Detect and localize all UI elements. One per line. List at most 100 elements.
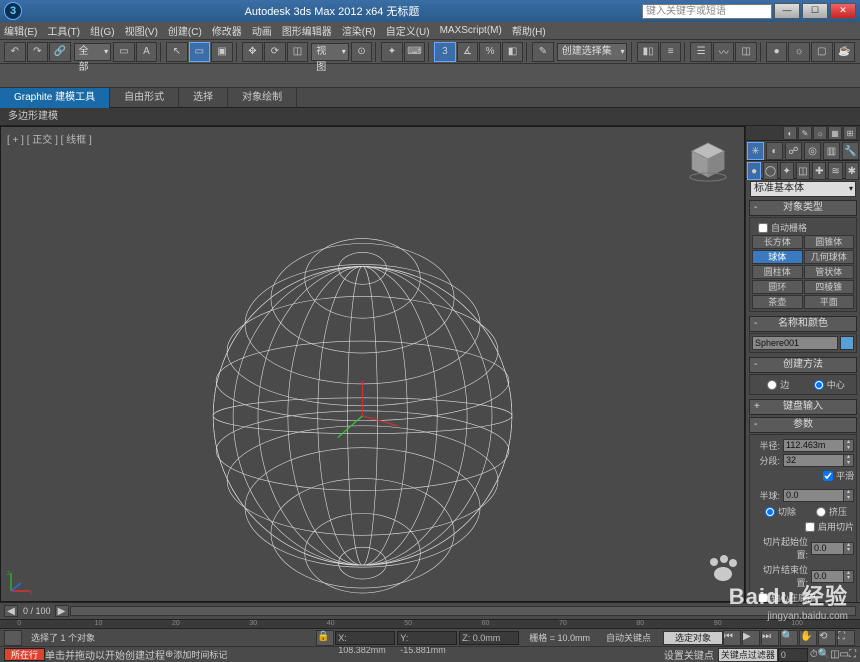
time-right-icon[interactable]: ▶ bbox=[55, 605, 69, 617]
panel-util-4[interactable]: ▦ bbox=[828, 126, 842, 140]
named-selection-dropdown[interactable]: 创建选择集 bbox=[557, 43, 628, 61]
tab-hierarchy[interactable]: ☍ bbox=[785, 142, 802, 160]
menu-graph-editors[interactable]: 图形编辑器 bbox=[282, 23, 332, 38]
play-button[interactable]: ▶ bbox=[742, 630, 760, 646]
type-sphere[interactable]: 球体 bbox=[752, 250, 803, 264]
time-config-button[interactable]: ⏱ bbox=[810, 649, 818, 660]
subtab-geometry[interactable]: ● bbox=[747, 162, 761, 180]
minimize-button[interactable]: — bbox=[774, 3, 800, 19]
type-teapot[interactable]: 茶壶 bbox=[752, 295, 803, 309]
key-filters-button[interactable]: 关键点过滤器 bbox=[718, 648, 778, 662]
category-dropdown[interactable]: 标准基本体 bbox=[750, 181, 856, 197]
radio-center[interactable] bbox=[814, 380, 824, 390]
subtab-shapes[interactable]: ◯ bbox=[763, 162, 777, 180]
autokey-label[interactable]: 自动关键点 bbox=[606, 631, 651, 644]
select-name-button[interactable]: A bbox=[136, 42, 158, 62]
mirror-button[interactable]: ▮▯ bbox=[637, 42, 659, 62]
curve-editor-button[interactable]: 〰 bbox=[713, 42, 735, 62]
panel-util-5[interactable]: ⊞ bbox=[843, 126, 857, 140]
panel-util-3[interactable]: ☼ bbox=[813, 126, 827, 140]
menu-group[interactable]: 组(G) bbox=[90, 23, 114, 38]
subtab-cameras[interactable]: ◫ bbox=[796, 162, 810, 180]
slice-from-spinner[interactable]: 0.0▴▾ bbox=[811, 542, 854, 555]
redo-button[interactable]: ↷ bbox=[27, 42, 49, 62]
layer-manager-button[interactable]: ☰ bbox=[690, 42, 712, 62]
object-color-swatch[interactable] bbox=[840, 336, 854, 350]
rollout-create-method[interactable]: 创建方法 bbox=[749, 357, 857, 373]
rollout-keyboard-entry[interactable]: 键盘输入 bbox=[749, 399, 857, 415]
schematic-view-button[interactable]: ◫ bbox=[735, 42, 757, 62]
radio-squash[interactable] bbox=[816, 507, 826, 517]
time-tag-button[interactable]: ⊕ bbox=[165, 649, 173, 660]
viewport-label[interactable]: [ + ] [ 正交 ] [ 线框 ] bbox=[7, 131, 92, 146]
nav-max-button[interactable]: ⛶ bbox=[837, 630, 855, 646]
nav-orbit-button[interactable]: ⟲ bbox=[818, 630, 836, 646]
tab-display[interactable]: ▥ bbox=[823, 142, 840, 160]
type-torus[interactable]: 圆环 bbox=[752, 280, 803, 294]
keyboard-shortcut-button[interactable]: ⌨ bbox=[404, 42, 426, 62]
move-button[interactable]: ✥ bbox=[242, 42, 264, 62]
window-crossing-button[interactable]: ▣ bbox=[211, 42, 233, 62]
radio-edge[interactable] bbox=[767, 380, 777, 390]
play-next-button[interactable]: ⏭ bbox=[761, 630, 779, 646]
type-pyramid[interactable]: 四棱锥 bbox=[804, 280, 855, 294]
coord-y[interactable]: Y: -15.881mm bbox=[397, 631, 457, 645]
rendered-frame-button[interactable]: ▢ bbox=[811, 42, 833, 62]
time-left-icon[interactable]: ◀ bbox=[4, 605, 18, 617]
panel-util-1[interactable]: ◐ bbox=[783, 126, 797, 140]
rotate-button[interactable]: ⟳ bbox=[264, 42, 286, 62]
current-frame-input[interactable]: 0 bbox=[778, 648, 808, 662]
snap-toggle-button[interactable]: 3 bbox=[434, 42, 456, 62]
subtab-helpers[interactable]: ✚ bbox=[812, 162, 826, 180]
segments-spinner[interactable]: 32▴▾ bbox=[783, 454, 854, 467]
undo-button[interactable]: ↶ bbox=[4, 42, 26, 62]
rollout-name-color[interactable]: 名称和颜色 bbox=[749, 316, 857, 332]
material-editor-button[interactable]: ● bbox=[766, 42, 788, 62]
play-prev-button[interactable]: ⏮ bbox=[723, 630, 741, 646]
rollout-parameters[interactable]: 参数 bbox=[749, 417, 857, 433]
menu-help[interactable]: 帮助(H) bbox=[512, 23, 546, 38]
rect-select-button[interactable]: ▭ bbox=[189, 42, 211, 62]
add-time-label[interactable]: 添加时间标记 bbox=[173, 648, 227, 661]
mini-listener-button[interactable] bbox=[4, 630, 22, 646]
render-setup-button[interactable]: ☼ bbox=[788, 42, 810, 62]
panel-util-2[interactable]: ✎ bbox=[798, 126, 812, 140]
type-geosphere[interactable]: 几何球体 bbox=[804, 250, 855, 264]
link-button[interactable]: 🔗 bbox=[49, 42, 71, 62]
close-button[interactable]: ✕ bbox=[830, 3, 856, 19]
autogrid-checkbox[interactable] bbox=[758, 223, 768, 233]
rollout-object-type[interactable]: 对象类型 bbox=[749, 200, 857, 216]
hemisphere-spinner[interactable]: 0.0▴▾ bbox=[783, 489, 854, 502]
object-name-input[interactable]: Sphere001 bbox=[752, 336, 838, 350]
type-tube[interactable]: 管状体 bbox=[804, 265, 855, 279]
viewcube[interactable] bbox=[686, 139, 730, 183]
scale-button[interactable]: ◫ bbox=[287, 42, 309, 62]
menu-animation[interactable]: 动画 bbox=[252, 23, 272, 38]
select-button[interactable]: ▭ bbox=[113, 42, 135, 62]
nav-zoom-button[interactable]: 🔍 bbox=[780, 630, 798, 646]
menu-edit[interactable]: 编辑(E) bbox=[4, 23, 37, 38]
subtab-spacewarps[interactable]: ≋ bbox=[828, 162, 842, 180]
menu-tools[interactable]: 工具(T) bbox=[47, 23, 80, 38]
tab-motion[interactable]: ◎ bbox=[804, 142, 821, 160]
help-search-input[interactable]: 键入关键字或短语 bbox=[642, 4, 772, 19]
time-slider[interactable]: ◀ 0 / 100 ▶ bbox=[0, 603, 860, 619]
spinner-snap-button[interactable]: ◧ bbox=[502, 42, 524, 62]
coord-x[interactable]: X: 108.382mm bbox=[335, 631, 395, 645]
tab-create[interactable]: ✳ bbox=[747, 142, 764, 160]
percent-snap-button[interactable]: % bbox=[479, 42, 501, 62]
ribbon-tab-freeform[interactable]: 自由形式 bbox=[110, 88, 179, 108]
nav-pan-button[interactable]: ✋ bbox=[799, 630, 817, 646]
ref-coord-dropdown[interactable]: 视图 bbox=[311, 43, 349, 61]
coord-z[interactable]: Z: 0.0mm bbox=[459, 631, 519, 645]
time-ruler[interactable]: 0 10 20 30 40 50 60 70 80 90 100 bbox=[0, 619, 860, 629]
lock-selection-button[interactable]: 🔒 bbox=[316, 630, 334, 646]
tab-modify[interactable]: ◐ bbox=[766, 142, 783, 160]
subtab-lights[interactable]: ✦ bbox=[780, 162, 794, 180]
tab-utilities[interactable]: 🔧 bbox=[842, 142, 859, 160]
select-object-button[interactable]: ↖ bbox=[166, 42, 188, 62]
menu-modifiers[interactable]: 修改器 bbox=[212, 23, 242, 38]
selection-filter-dropdown[interactable]: 全部 bbox=[74, 43, 112, 61]
manipulate-button[interactable]: ✦ bbox=[381, 42, 403, 62]
type-cone[interactable]: 圆锥体 bbox=[804, 235, 855, 249]
